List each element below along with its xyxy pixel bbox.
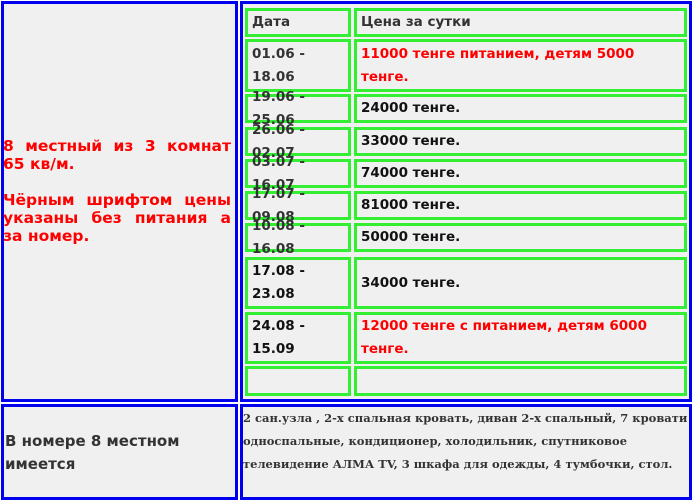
table-row-price: 33000 тенге. — [354, 127, 687, 156]
table-row-price: 34000 тенге. — [354, 257, 687, 309]
header-price: Цена за сутки — [354, 8, 687, 37]
table-row-price-empty — [354, 366, 687, 396]
table-row-price: 24000 тенге. — [354, 94, 687, 123]
table-row-date: 10.08 - 16.08 — [245, 218, 351, 257]
header-date: Дата — [245, 8, 351, 37]
room-description: 8 местный из 3 комнат 65 кв/м. Чёрным шр… — [3, 137, 231, 245]
table-row-date-empty — [245, 366, 351, 396]
table-row-date: 17.08 - 23.08 — [245, 257, 351, 309]
amenities-text: 2 сан.узла , 2-х спальная кровать, диван… — [243, 411, 688, 471]
table-row-price: 81000 тенге. — [354, 191, 687, 220]
table-row-price: 11000 тенге питанием, детям 5000 тенге. — [354, 39, 687, 92]
table-row-date: 24.08 - 15.09 — [245, 312, 351, 364]
table-row-date: 01.06 - 18.06 — [245, 39, 351, 92]
amenities-title: В номере 8 местном имеется — [5, 432, 180, 473]
table-row-price: 50000 тенге. — [354, 223, 687, 252]
table-row-price: 74000 тенге. — [354, 159, 687, 188]
table-row-price: 12000 тенге с питанием, детям 6000 тенге… — [354, 312, 687, 364]
price-note-text: Чёрным шрифтом цены указаны без питания … — [3, 191, 231, 245]
room-size-text: 8 местный из 3 комнат 65 кв/м. — [3, 137, 231, 173]
